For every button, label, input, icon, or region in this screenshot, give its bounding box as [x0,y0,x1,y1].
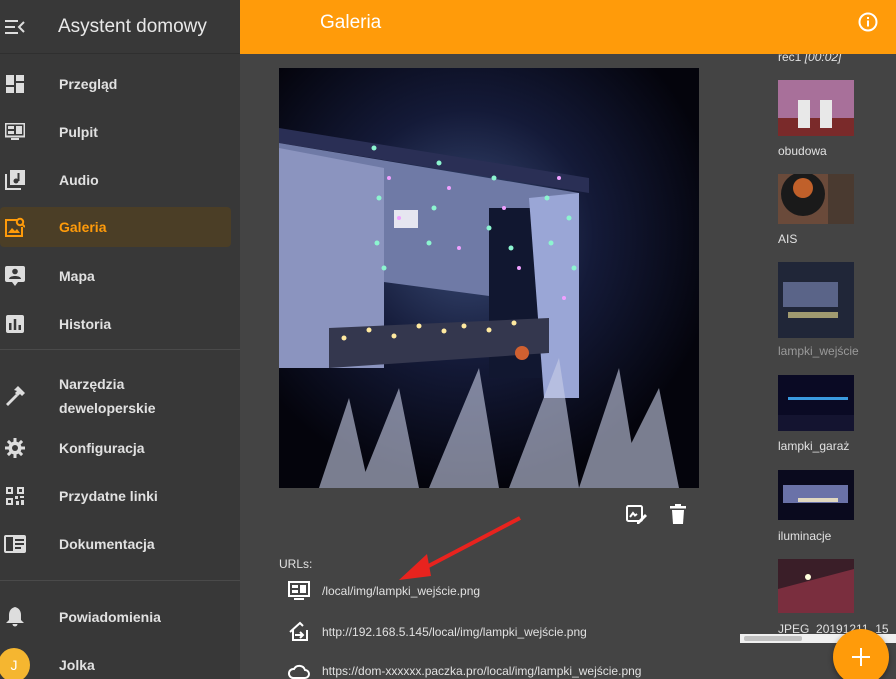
info-icon[interactable] [858,12,878,32]
sidebar-item-label: Narzędzia deweloperskie [59,372,156,420]
login-icon [287,620,311,644]
url-text: /local/img/lampki_wejście.png [322,584,481,598]
sidebar-item-powiadomienia[interactable]: Powiadomienia [0,597,231,637]
thumbnail-vertical-scrollbar[interactable] [880,54,896,634]
sidebar-item-konfiguracja[interactable]: Konfiguracja [0,428,231,468]
gallery-thumb[interactable] [778,559,854,613]
thumb-label-time: [00:02] [804,54,842,64]
sidebar-item-narzedzia[interactable]: Narzędzia deweloperskie [0,372,231,420]
url-row-lan[interactable]: http://192.168.5.145/local/img/lampki_we… [287,620,587,644]
chart-box-icon [0,304,30,344]
sidebar-item-przydatne-linki[interactable]: Przydatne linki [0,476,231,516]
thumb-label-selected: lampki_wejście [778,344,859,358]
account-box-icon [0,256,30,296]
bell-icon [0,597,30,637]
urls-label: URLs: [279,557,313,571]
sidebar-divider [0,580,240,581]
gallery-main-image [279,68,699,488]
sidebar-item-label: Powiadomienia [59,609,161,625]
cloud-icon [287,659,311,679]
sidebar-item-label-line1: Narzędzia [59,376,125,392]
sidebar-item-label: Historia [59,316,112,332]
sidebar-item-przeglad[interactable]: Przegląd [0,64,231,104]
sidebar-item-historia[interactable]: Historia [0,304,231,344]
sidebar-item-label-line2: deweloperskie [59,400,156,416]
page-title: Galeria [320,12,382,33]
qrcode-icon [0,476,30,516]
book-icon [0,524,30,564]
sidebar-item-label: Przegląd [59,76,118,92]
gallery-thumb[interactable] [778,262,854,338]
scrollbar-thumb[interactable] [744,636,802,641]
sidebar-item-label: Jolka [59,657,95,673]
gallery-thumb[interactable] [778,470,854,526]
top-bar: Galeria [240,0,896,54]
gallery-thumb[interactable] [778,80,854,136]
sidebar-item-user[interactable]: J Jolka [0,645,231,679]
sidebar-item-dokumentacja[interactable]: Dokumentacja [0,524,231,564]
sidebar-item-label: Dokumentacja [59,536,155,552]
sidebar-item-label: Audio [59,172,99,188]
app-root: Asystent domowy Przegląd Pulpit Audio Ga… [0,0,896,679]
sidebar-item-label: Galeria [59,219,107,235]
sidebar-item-audio[interactable]: Audio [0,160,231,200]
thumb-label: AIS [778,232,798,246]
thumb-label: iluminacje [778,529,832,543]
sidebar-item-pulpit[interactable]: Pulpit [0,112,231,152]
sidebar-item-label: Konfiguracja [59,440,145,456]
sidebar-item-mapa[interactable]: Mapa [0,256,231,296]
gallery-thumb[interactable] [778,174,854,230]
hammer-icon [0,376,30,416]
sidebar-item-label: Przydatne linki [59,488,158,504]
thumb-label: lampki_garaż [778,439,850,453]
menu-collapse-icon[interactable] [0,0,30,54]
plus-icon [852,648,870,666]
app-title: Asystent domowy [58,15,207,37]
edit-image-icon[interactable] [624,502,648,526]
sidebar-header: Asystent domowy [0,0,240,54]
add-button[interactable] [833,629,889,679]
dashboard-icon [0,64,30,104]
music-library-icon [0,160,30,200]
sidebar: Asystent domowy Przegląd Pulpit Audio Ga… [0,0,240,679]
sidebar-item-label: Pulpit [59,124,98,140]
annotation-arrow [399,516,521,580]
user-avatar-wrap: J [0,645,30,679]
image-search-icon [0,207,30,247]
thumb-label-rec1[interactable]: rec1 [00:02] [778,54,841,64]
main-content: URLs: /local/img/lampki_wejście.png http… [240,54,896,679]
sidebar-item-label: Mapa [59,268,95,284]
avatar: J [0,648,30,679]
url-row-cloud[interactable]: https://dom-xxxxxx.paczka.pro/local/img/… [287,659,641,679]
thumb-label: obudowa [778,144,827,158]
url-text: https://dom-xxxxxx.paczka.pro/local/img/… [322,664,642,678]
gallery-thumbnail-list: rec1 [00:02] obudowa AIS lampki_wejście … [778,54,896,679]
delete-icon[interactable] [666,502,690,526]
monitor-dashboard-icon [0,112,30,152]
gear-icon [0,428,30,468]
url-text: http://192.168.5.145/local/img/lampki_we… [322,625,587,639]
sidebar-divider [0,349,240,350]
sidebar-item-galeria[interactable]: Galeria [0,207,231,247]
monitor-icon [287,579,311,603]
gallery-thumb[interactable] [778,375,854,431]
thumb-label-text: rec1 [778,54,802,64]
